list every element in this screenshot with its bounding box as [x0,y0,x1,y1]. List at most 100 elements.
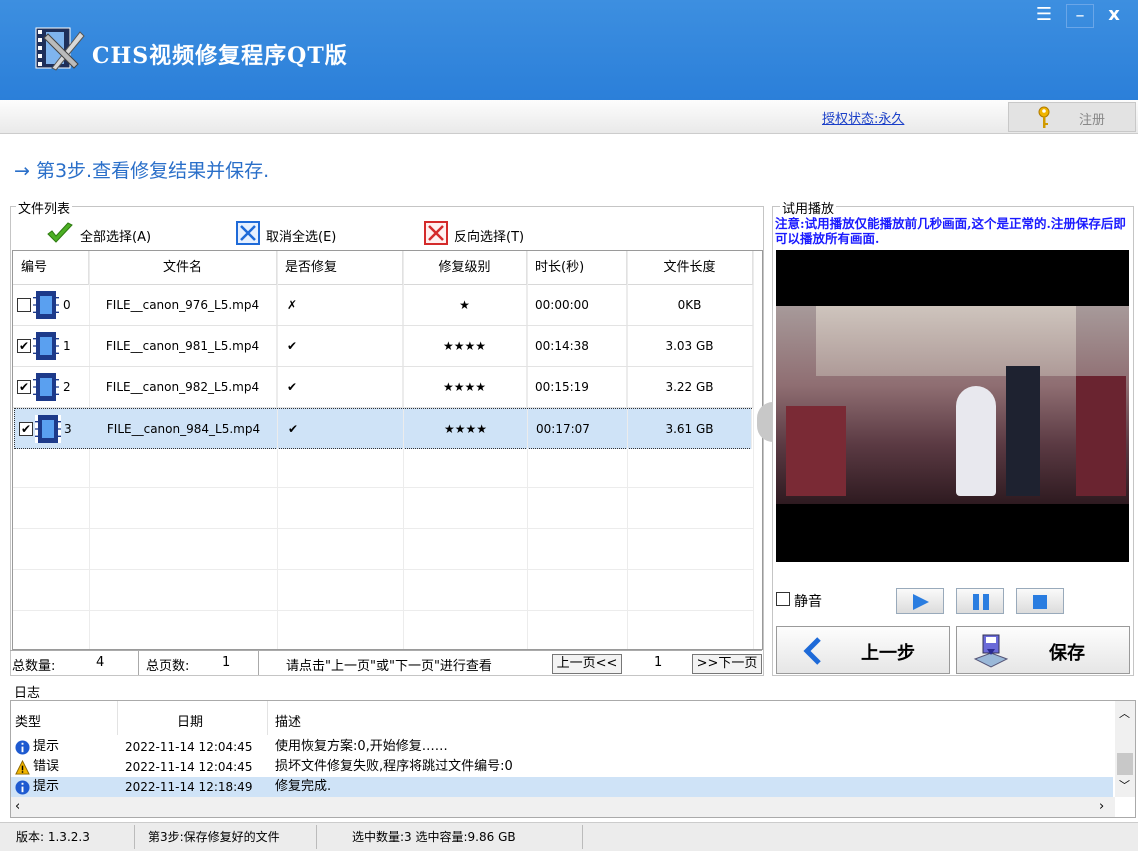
log-row[interactable]: 错误 2022-11-14 12:04:45 损坏文件修复失败,程序将跳过文件编… [11,757,1113,777]
log-col-date[interactable]: 日期 [177,711,203,730]
table-row[interactable]: ✔ 2 FILE__canon_982_L5.mp4 ✔ ★★★★ 00:15:… [13,367,753,408]
register-button[interactable]: 注册 [1008,102,1136,132]
check-icon [47,222,73,243]
blue-x-icon [236,221,260,245]
row-size: 3.22 GB [627,367,753,407]
save-label: 保存 [1049,643,1085,664]
stop-button[interactable] [1016,588,1064,614]
row-repaired: ✔ [277,367,403,407]
row-duration: 00:15:19 [527,367,627,407]
mute-checkbox[interactable] [776,592,790,606]
video-file-icon [35,415,61,443]
log-vertical-scrollbar[interactable]: ︿ ﹀ [1115,701,1135,797]
scroll-left-icon[interactable]: ‹ [15,799,20,814]
row-id: 1 [63,339,71,353]
row-level: ★★★★ [403,326,527,366]
scroll-down-icon[interactable]: ﹀ [1119,777,1130,793]
log-date: 2022-11-14 12:18:49 [125,780,253,794]
col-header-repaired[interactable]: 是否修复 [277,251,403,285]
trial-note: 注意:试用播放仅能播放前几秒画面,这个是正常的.注册保存后即可以播放所有画面. [775,216,1126,246]
pagination-hint: 请点击"上一页"或"下一页"进行查看 [286,659,492,674]
total-value: 4 [96,655,105,670]
file-table[interactable]: 编号 文件名 是否修复 修复级别 时长(秒) 文件长度 0 FILE__cano… [12,250,763,650]
info-icon [15,740,30,755]
log-desc: 使用恢复方案:0,开始修复…… [275,739,448,754]
log-row[interactable]: 提示 2022-11-14 12:04:45 使用恢复方案:0,开始修复…… [11,737,1113,757]
back-label: 上一步 [861,643,915,664]
log-horizontal-scrollbar[interactable]: ‹ › [11,797,1115,817]
pagination-bar: 总数量: 4 总页数: 1 请点击"上一页"或"下一页"进行查看 上一页<< 1… [10,650,762,675]
col-header-id[interactable]: 编号 [13,251,89,285]
row-duration: 00:00:00 [527,285,627,325]
row-level: ★★★★ [404,409,528,449]
play-button[interactable] [896,588,944,614]
row-checkbox[interactable]: ✔ [19,422,33,436]
row-level: ★★★★ [403,367,527,407]
row-level: ★ [403,285,527,325]
mute-label: 静音 [794,594,822,610]
status-version: 版本: 1.3.2.3 [16,830,90,844]
col-header-size[interactable]: 文件长度 [627,251,753,285]
log-type: 错误 [33,759,60,774]
step-title: → 第3步.查看修复结果并保存. [14,160,270,182]
menu-icon[interactable]: ☰ [1030,4,1058,28]
total-label: 总数量: [12,659,56,674]
row-size: 0KB [627,285,753,325]
register-label: 注册 [1079,113,1106,128]
table-row-selected[interactable]: ✔ 3 FILE__canon_984_L5.mp4 ✔ ★★★★ 00:17:… [14,408,752,449]
prev-page-button[interactable]: 上一页<< [552,654,622,674]
table-row[interactable]: 0 FILE__canon_976_L5.mp4 ✗ ★ 00:00:00 0K… [13,285,753,326]
log-desc: 修复完成. [275,779,332,794]
select-all-label: 全部选择(A) [80,230,152,245]
minimize-button[interactable]: – [1066,4,1094,28]
log-date: 2022-11-14 12:04:45 [125,760,253,774]
next-page-button[interactable]: >>下一页 [692,654,762,674]
pause-icon [973,594,989,610]
log-col-desc[interactable]: 描述 [275,711,301,730]
log-row-selected[interactable]: 提示 2022-11-14 12:18:49 修复完成. [11,777,1113,797]
save-button[interactable]: 保存 [956,626,1130,674]
log-group-label: 日志 [14,686,41,701]
log-col-type[interactable]: 类型 [15,711,41,730]
info-icon [15,780,30,795]
col-header-name[interactable]: 文件名 [89,251,277,285]
invert-selection-label: 反向选择(T) [454,230,525,245]
log-table[interactable]: 类型 日期 描述 提示 2022-11-14 12:04:45 使用恢复方案:0… [10,700,1136,818]
row-checkbox[interactable] [17,298,31,312]
row-id: 2 [63,380,71,394]
row-filename: FILE__canon_981_L5.mp4 [89,326,277,366]
status-step: 第3步:保存修复好的文件 [148,830,280,844]
close-button[interactable]: x [1100,4,1128,28]
row-duration: 00:14:38 [527,326,627,366]
current-page: 1 [654,655,663,670]
row-filename: FILE__canon_984_L5.mp4 [90,409,278,449]
video-file-icon [33,291,59,319]
auth-status-link[interactable]: 授权状态:永久 [822,108,904,127]
log-type: 提示 [33,779,60,794]
pause-button[interactable] [956,588,1004,614]
col-header-level[interactable]: 修复级别 [403,251,527,285]
row-size: 3.61 GB [628,409,752,449]
scroll-up-icon[interactable]: ︿ [1119,705,1130,721]
row-checkbox[interactable]: ✔ [17,380,31,394]
app-title: CHS视频修复程序QT版 [92,43,348,69]
pages-value: 1 [222,655,231,670]
back-button[interactable]: 上一步 [776,626,950,674]
video-frame [776,306,1129,504]
row-id: 0 [63,298,71,312]
status-bar: 版本: 1.3.2.3 第3步:保存修复好的文件 选中数量:3 选中容量:9.8… [0,822,1138,851]
warning-icon [15,760,30,775]
red-x-icon [424,221,448,245]
file-list-group-label: 文件列表 [16,198,73,217]
row-id: 3 [64,422,72,436]
preview-group-label: 试用播放 [780,198,837,217]
log-desc: 损坏文件修复失败,程序将跳过文件编号:0 [275,759,513,774]
row-repaired: ✔ [277,326,403,366]
deselect-all-label: 取消全选(E) [266,230,337,245]
scroll-right-icon[interactable]: › [1099,799,1104,814]
save-disk-icon [973,634,1009,668]
table-row[interactable]: ✔ 1 FILE__canon_981_L5.mp4 ✔ ★★★★ 00:14:… [13,326,753,367]
scroll-thumb[interactable] [1117,753,1133,775]
col-header-duration[interactable]: 时长(秒) [527,251,627,285]
row-checkbox[interactable]: ✔ [17,339,31,353]
